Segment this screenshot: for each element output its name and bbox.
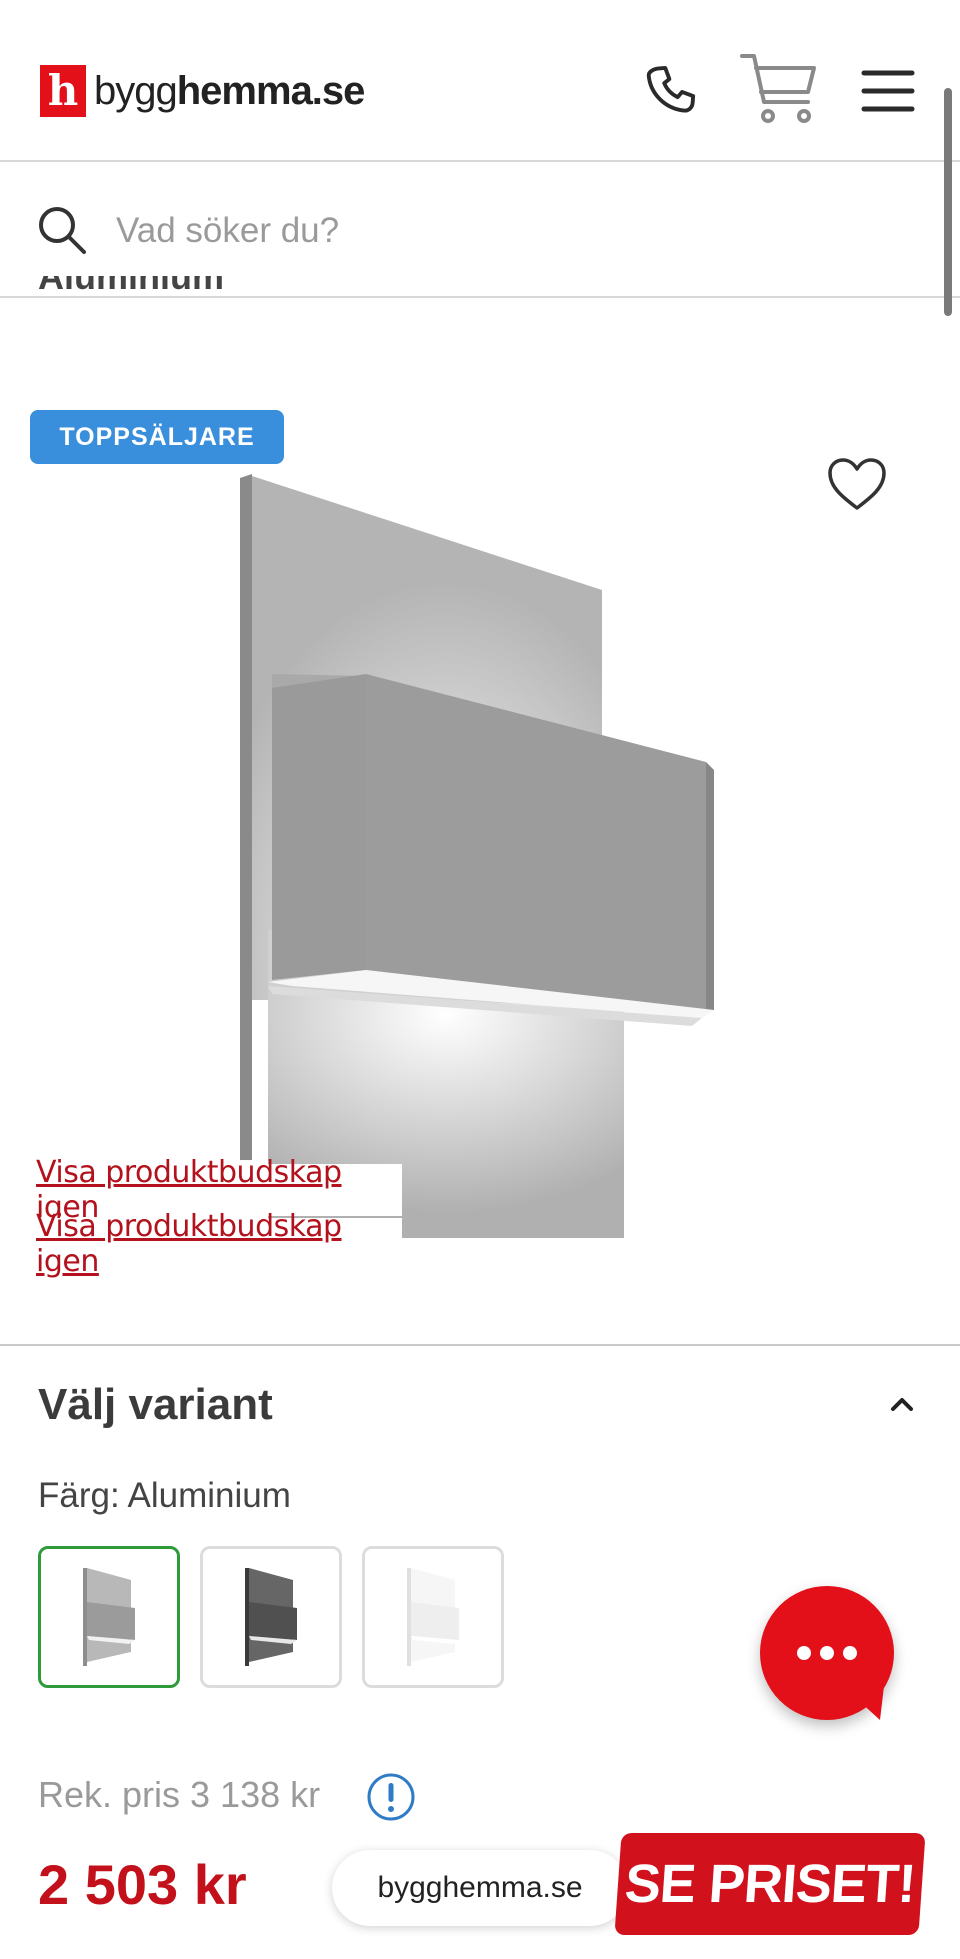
info-icon[interactable] [366,1772,416,1827]
color-swatch-aluminium[interactable] [38,1546,180,1688]
color-swatch-grafit[interactable] [200,1546,342,1688]
chevron-up-icon[interactable] [888,1394,916,1419]
site-logo[interactable]: h bygghemma.se [40,65,366,117]
recommended-price: Rek. pris 3 138 kr [38,1774,321,1815]
menu-icon[interactable] [860,66,916,116]
phone-icon[interactable] [640,60,706,126]
search-icon[interactable] [36,204,88,261]
section-divider [0,1344,960,1346]
scrollbar[interactable] [944,88,952,316]
price: 2 503 kr [38,1853,247,1916]
product-image[interactable] [222,470,742,1255]
promo-link-text[interactable]: Visa produktbudskap igen [36,1209,402,1279]
product-title-partial: Aluminium [38,276,224,297]
cart-icon[interactable] [738,50,820,128]
top-seller-badge: TOPPSÄLJARE [30,410,284,464]
variant-section-title[interactable]: Välj variant [38,1380,273,1430]
promo-link[interactable]: Visa produktbudskap igen [30,1209,402,1279]
see-price-button[interactable]: SE PRISET! [614,1833,926,1935]
search-input[interactable] [114,200,898,262]
logo-text-bygg: bygg [94,68,178,113]
color-swatch-vit[interactable] [362,1546,504,1688]
heart-icon[interactable] [826,456,888,517]
site-header: h bygghemma.se [0,0,960,162]
color-label: Färg: Aluminium [38,1476,291,1515]
chat-bubble-tail [836,1680,886,1729]
logo-text-hemma: hemma.se [176,68,366,113]
ad-site-label[interactable]: bygghemma.se [332,1850,628,1926]
logo-text: bygghemma.se [94,68,366,114]
logo-mark: h [40,65,86,117]
